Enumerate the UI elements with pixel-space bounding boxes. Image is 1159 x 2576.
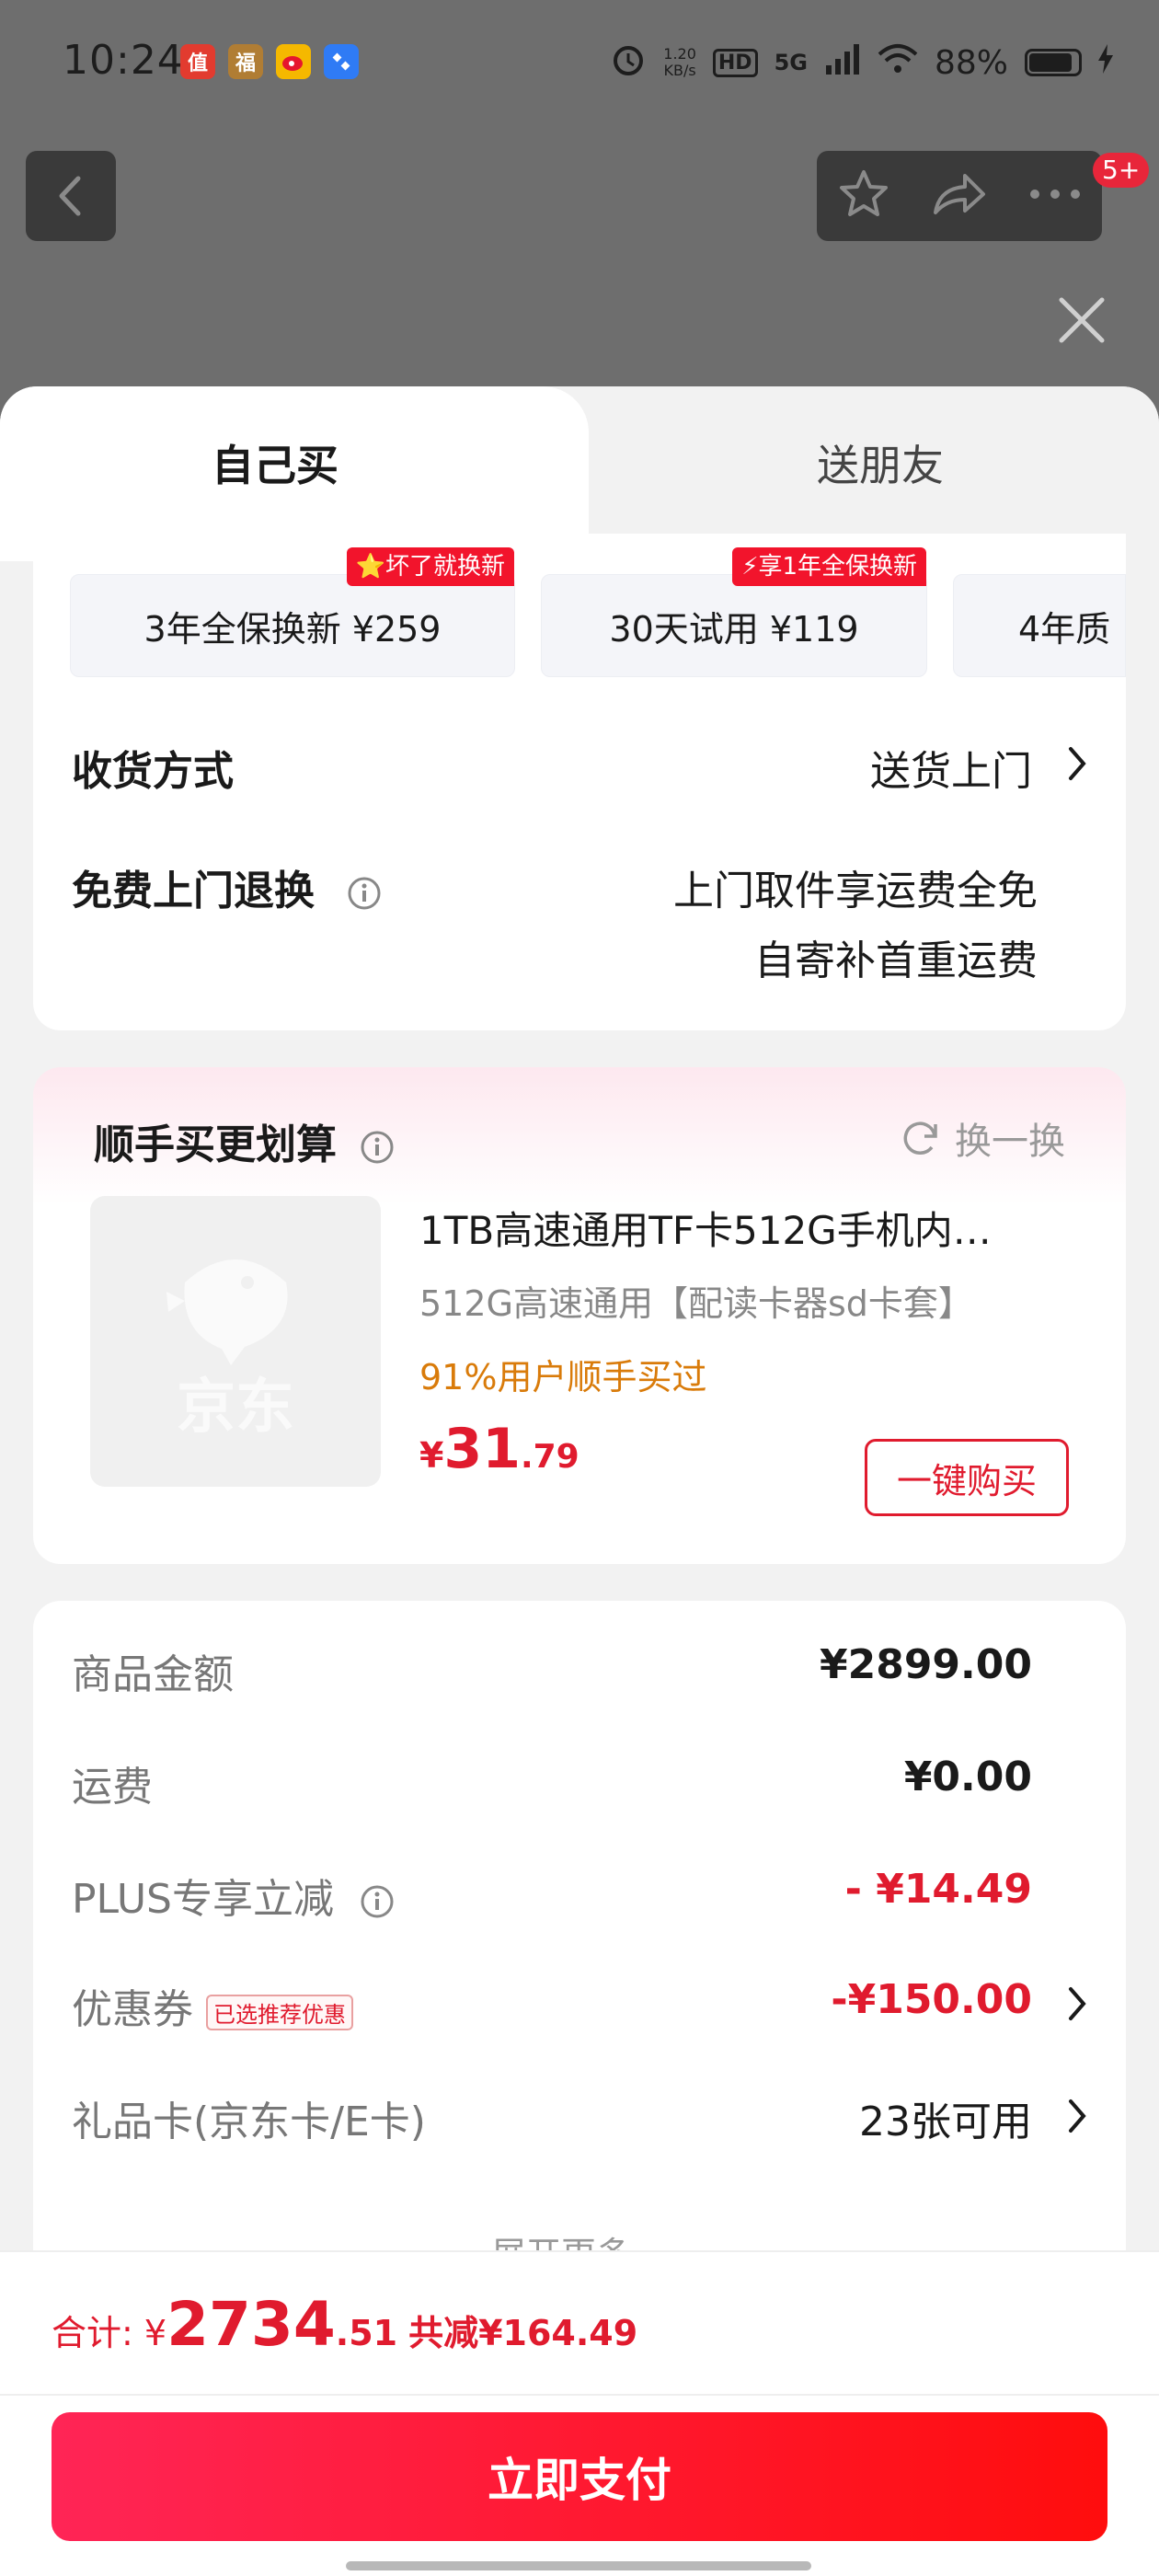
shipping-row: 运费 ¥0.00 — [72, 1754, 1087, 1818]
checkout-footer: 合计: ¥2734.51 共减¥164.49 立即支付 — [0, 2250, 1159, 2576]
favorite-star-icon[interactable] — [836, 167, 891, 225]
addon-product-title[interactable]: 1TB高速通用TF卡512G手机内… — [419, 1200, 1063, 1256]
plus-discount-label-text: PLUS专享立减 — [72, 1876, 334, 1923]
return-policy-label: 免费上门退换 — [72, 857, 382, 916]
coupon-selected-tag: 已选推荐优惠 — [206, 1994, 353, 2030]
return-policy-line2: 自寄补首重运费 — [754, 937, 1038, 984]
return-policy-label-text: 免费上门退换 — [72, 868, 315, 914]
addon-product-price: ¥31.79 — [419, 1417, 580, 1481]
network-speed-value: 1.20 — [663, 45, 696, 63]
return-policy-line1: 上门取件享运费全免 — [673, 868, 1038, 914]
jd-logo-text: 京东 — [177, 1374, 294, 1442]
nav-actions — [817, 151, 1102, 241]
plus-discount-row: PLUS专享立减 - ¥14.49 — [72, 1866, 1087, 1930]
service-delivery-card: 3年全保换新 ¥259 ⭐坏了就换新 30天试用 ¥119 ⚡享1年全保换新 4… — [33, 534, 1126, 1030]
coupon-row[interactable]: 优惠券 已选推荐优惠 -¥150.00 — [72, 1976, 1087, 2041]
addon-card: 顺手买更划算 换一换 京东 1TB高速通用TF卡512G手机内… 512G高速通… — [33, 1067, 1126, 1564]
weibo-app-icon — [276, 44, 311, 79]
shipping-label: 运费 — [72, 1764, 153, 1811]
addon-buyers-rate: 91%用户顺手买过 — [419, 1357, 707, 1397]
delivery-label: 收货方式 — [72, 748, 234, 795]
coupon-label-text: 优惠券 — [72, 1986, 193, 2033]
battery-percent: 88% — [934, 43, 1008, 82]
status-bar: 10:24 值 福 1.20 KB/s HD 5G 88% — [0, 0, 1159, 120]
gift-card-value: 23张可用 — [859, 2099, 1032, 2145]
info-icon[interactable] — [360, 1884, 395, 1919]
fu-app-icon: 福 — [228, 44, 263, 79]
service-option-1-label: 3年全保换新 ¥259 — [143, 608, 442, 650]
chevron-right-icon — [1069, 747, 1086, 780]
total-integer: 2734 — [166, 2289, 336, 2360]
price-decimal: .79 — [520, 1438, 580, 1476]
delivery-value: 送货上门 — [870, 748, 1032, 795]
checkout-sheet: 自己买 送朋友 3年全保换新 ¥259 ⭐坏了就换新 30天试用 ¥119 ⚡享… — [0, 386, 1159, 2576]
service-option-2-label: 30天试用 ¥119 — [609, 608, 859, 650]
tab-send-friend-label[interactable]: 送朋友 — [817, 432, 944, 493]
chevron-left-icon — [59, 176, 81, 216]
share-icon[interactable] — [930, 167, 989, 225]
service-option-3-label: 4年质 — [1018, 608, 1111, 650]
network-type: 5G — [774, 50, 808, 75]
info-icon[interactable] — [347, 876, 382, 911]
one-click-buy-button[interactable]: 一键购买 — [865, 1439, 1069, 1516]
tab-buy-self-label[interactable]: 自己买 — [212, 432, 339, 493]
chevron-right-icon — [1069, 1987, 1086, 2020]
network-speed: 1.20 KB/s — [663, 46, 696, 79]
jd-dog-logo-icon — [166, 1259, 288, 1365]
total-decimal: .51 — [335, 2313, 398, 2353]
goods-amount-label: 商品金额 — [72, 1651, 234, 1698]
alarm-icon — [610, 40, 647, 86]
message-count-badge: 5+ — [1093, 153, 1150, 188]
zhi-app-icon: 值 — [180, 44, 215, 79]
home-indicator[interactable] — [346, 2561, 811, 2570]
plus-discount-label: PLUS专享立减 — [72, 1866, 395, 1925]
status-time: 10:24 — [63, 37, 184, 84]
order-total: 合计: ¥2734.51 共减¥164.49 — [52, 2289, 637, 2360]
product-thumbnail[interactable]: 京东 — [90, 1196, 381, 1487]
status-indicators: 1.20 KB/s HD 5G 88% — [610, 37, 1113, 88]
chevron-right-icon — [1069, 2099, 1086, 2133]
service-option-2-tag: ⚡享1年全保换新 — [732, 547, 926, 586]
return-policy-row: 免费上门退换 上门取件享运费全免 自寄补首重运费 — [72, 857, 1087, 986]
charging-icon — [1098, 43, 1113, 82]
refresh-label: 换一换 — [955, 1121, 1065, 1163]
network-speed-unit: KB/s — [663, 62, 696, 79]
hd-badge: HD — [712, 48, 758, 77]
service-option-3[interactable]: 4年质 — [953, 574, 1126, 677]
footer-divider — [0, 2394, 1159, 2396]
more-icon[interactable] — [1027, 185, 1083, 207]
wifi-icon — [878, 43, 918, 83]
battery-icon — [1025, 49, 1082, 76]
cloud-app-icon — [324, 44, 359, 79]
refresh-button[interactable]: 换一换 — [900, 1111, 1065, 1165]
service-option-1-tag: ⭐坏了就换新 — [346, 547, 514, 586]
coupon-label: 优惠券 已选推荐优惠 — [72, 1976, 353, 2035]
price-integer: 31 — [443, 1417, 521, 1481]
refresh-icon — [903, 1121, 937, 1155]
total-saved: 共减¥164.49 — [408, 2313, 638, 2353]
addon-title-text: 顺手买更划算 — [94, 1121, 337, 1168]
info-icon[interactable] — [360, 1130, 395, 1165]
goods-amount-row: 商品金额 ¥2899.00 — [72, 1641, 1087, 1706]
service-option-1[interactable]: 3年全保换新 ¥259 ⭐坏了就换新 — [70, 547, 515, 677]
goods-amount-value: ¥2899.00 — [819, 1641, 1032, 1688]
service-option-2[interactable]: 30天试用 ¥119 ⚡享1年全保换新 — [541, 547, 927, 677]
coupon-value: -¥150.00 — [831, 1976, 1032, 2023]
total-label: 合计: ¥ — [52, 2313, 167, 2353]
back-button[interactable] — [26, 151, 116, 241]
signal-icon — [824, 43, 861, 83]
plus-discount-value: - ¥14.49 — [844, 1866, 1032, 1913]
close-icon[interactable] — [1056, 294, 1107, 346]
delivery-row[interactable]: 收货方式 送货上门 — [72, 738, 1087, 795]
gift-card-label: 礼品卡(京东卡/E卡) — [72, 2099, 426, 2145]
price-summary-card: 商品金额 ¥2899.00 运费 ¥0.00 PLUS专享立减 - ¥14.49… — [33, 1601, 1126, 2282]
battery-fill — [1029, 53, 1072, 72]
gift-card-row[interactable]: 礼品卡(京东卡/E卡) 23张可用 — [72, 2088, 1087, 2153]
addon-product-subtitle: 512G高速通用【配读卡器sd卡套】 — [419, 1283, 973, 1324]
shipping-value: ¥0.00 — [903, 1754, 1032, 1800]
addon-title: 顺手买更划算 — [94, 1111, 395, 1170]
pay-now-button[interactable]: 立即支付 — [52, 2412, 1107, 2541]
price-symbol: ¥ — [419, 1435, 444, 1476]
